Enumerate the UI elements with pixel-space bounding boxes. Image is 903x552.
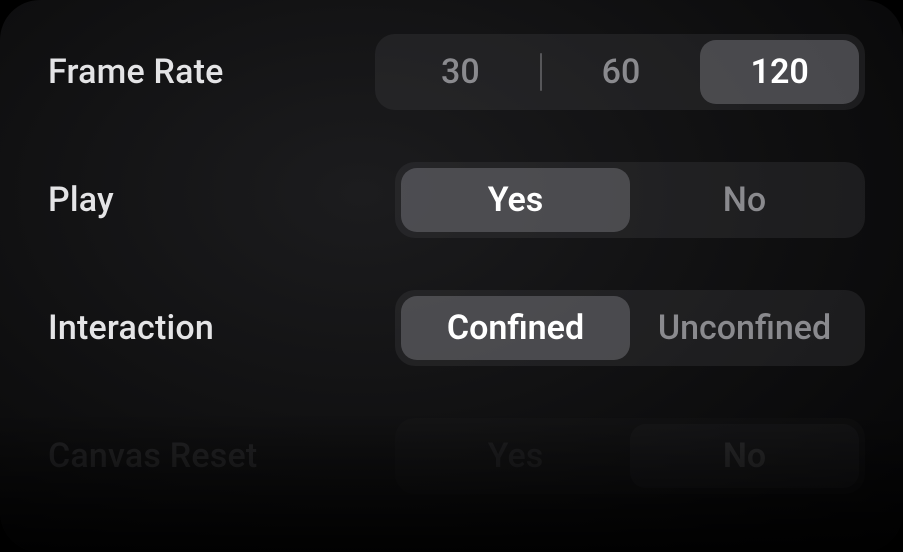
interaction-row: Interaction Confined Unconfined xyxy=(48,290,865,366)
canvas-reset-row: Canvas Reset Yes No xyxy=(48,418,865,494)
play-segmented-control: Yes No xyxy=(395,162,865,238)
frame-rate-row: Frame Rate 30 60 120 xyxy=(48,34,865,110)
canvas-reset-option-yes[interactable]: Yes xyxy=(401,424,630,488)
frame-rate-segmented-control: 30 60 120 xyxy=(375,34,865,110)
settings-panel: Frame Rate 30 60 120 Play Yes No Interac… xyxy=(0,0,903,552)
interaction-label: Interaction xyxy=(48,308,214,348)
canvas-reset-option-no[interactable]: No xyxy=(630,424,859,488)
interaction-option-unconfined[interactable]: Unconfined xyxy=(630,296,859,360)
play-label: Play xyxy=(48,180,114,220)
play-option-no[interactable]: No xyxy=(630,168,859,232)
canvas-reset-label: Canvas Reset xyxy=(48,436,257,476)
play-option-yes[interactable]: Yes xyxy=(401,168,630,232)
frame-rate-option-30[interactable]: 30 xyxy=(381,40,540,104)
interaction-segmented-control: Confined Unconfined xyxy=(395,290,865,366)
interaction-option-confined[interactable]: Confined xyxy=(401,296,630,360)
frame-rate-label: Frame Rate xyxy=(48,52,224,92)
frame-rate-option-120[interactable]: 120 xyxy=(700,40,859,104)
frame-rate-option-60[interactable]: 60 xyxy=(542,40,701,104)
play-row: Play Yes No xyxy=(48,162,865,238)
canvas-reset-segmented-control: Yes No xyxy=(395,418,865,494)
